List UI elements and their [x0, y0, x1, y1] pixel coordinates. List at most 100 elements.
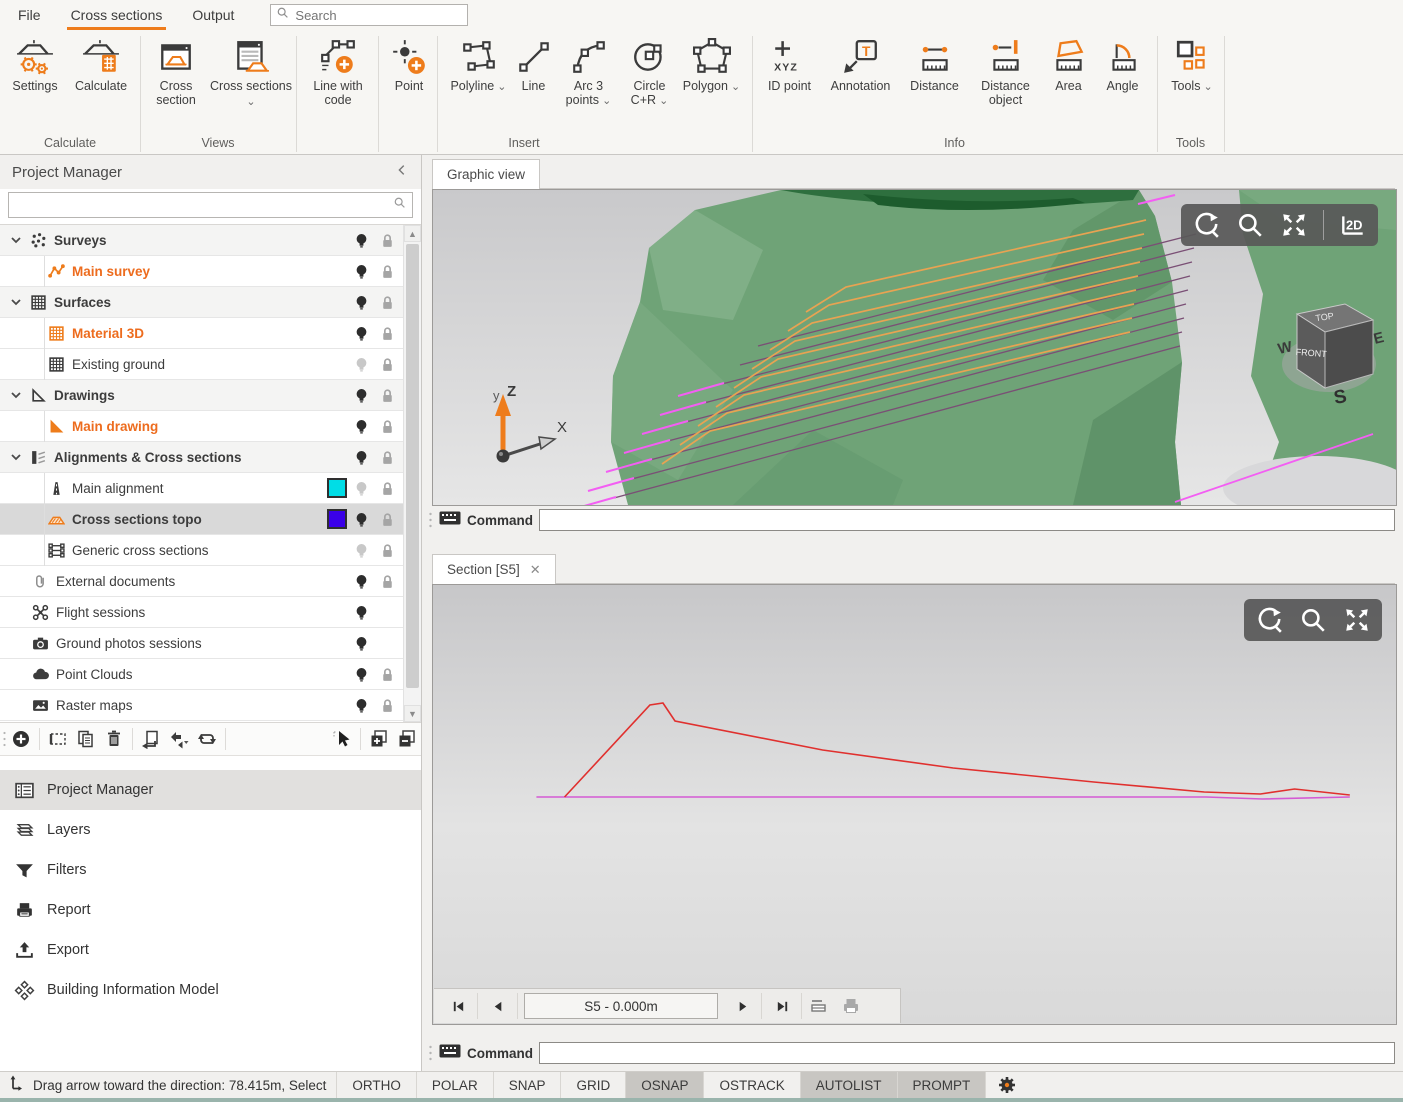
- tree-item-material-3d[interactable]: Material 3D: [0, 318, 421, 349]
- tree-item-surfaces[interactable]: Surfaces: [0, 287, 421, 318]
- status-toggle-prompt[interactable]: PROMPT: [897, 1072, 986, 1098]
- tree-item-raster-maps[interactable]: Raster maps: [0, 690, 421, 721]
- ribbon-button-angle[interactable]: Angle: [1094, 32, 1152, 132]
- first-section-button[interactable]: [440, 993, 478, 1019]
- tree-item-alignments-cross-sections[interactable]: Alignments & Cross sections: [0, 442, 421, 473]
- ribbon-button-polyline[interactable]: Polyline ⌄: [447, 32, 511, 132]
- tree-item-ground-photos-sessions[interactable]: Ground photos sessions: [0, 628, 421, 659]
- cursor-button[interactable]: [328, 727, 356, 751]
- lock-icon[interactable]: [379, 666, 396, 683]
- previous-section-button[interactable]: [480, 993, 518, 1019]
- lock-icon[interactable]: [379, 511, 396, 528]
- ribbon-button-arc-3-points[interactable]: Arc 3 points ⌄: [557, 32, 621, 132]
- fit-view-button[interactable]: [1279, 210, 1309, 240]
- 2d-view-button[interactable]: 2D: [1338, 210, 1368, 240]
- lock-icon[interactable]: [379, 697, 396, 714]
- lock-icon[interactable]: [379, 325, 396, 342]
- tree-search-box[interactable]: [8, 192, 413, 218]
- tree-item-generic-cross-sections[interactable]: Generic cross sections: [0, 535, 421, 566]
- ribbon-button-tools[interactable]: Tools ⌄: [1160, 32, 1224, 132]
- command-input-section[interactable]: [539, 1042, 1395, 1064]
- zoom-view-button[interactable]: [1235, 210, 1265, 240]
- send-button[interactable]: [165, 727, 193, 751]
- lock-icon[interactable]: [379, 418, 396, 435]
- replace-button[interactable]: [137, 727, 165, 751]
- tab-section-s5[interactable]: Section [S5] ✕: [432, 554, 556, 584]
- delete-button[interactable]: [100, 727, 128, 751]
- ribbon-button-polygon[interactable]: Polygon ⌄: [679, 32, 745, 132]
- status-settings-button[interactable]: [985, 1072, 1028, 1098]
- chevron-down-icon[interactable]: [8, 232, 24, 248]
- sidebar-item-layers[interactable]: Layers: [0, 810, 421, 850]
- ribbon-button-settings[interactable]: Settings: [5, 32, 65, 132]
- visibility-bulb-icon[interactable]: [353, 511, 370, 528]
- ribbon-button-line-with-code[interactable]: Line with code: [299, 32, 377, 132]
- visibility-bulb-icon[interactable]: [353, 480, 370, 497]
- lock-icon[interactable]: [379, 294, 396, 311]
- status-toggle-ortho[interactable]: ORTHO: [336, 1072, 416, 1098]
- tree-item-main-survey[interactable]: Main survey: [0, 256, 421, 287]
- visibility-bulb-icon[interactable]: [353, 387, 370, 404]
- tree-item-main-drawing[interactable]: Main drawing: [0, 411, 421, 442]
- menu-tab-output[interactable]: Output: [186, 0, 240, 30]
- graphic-view-3d[interactable]: 2D y Z X TOP FRONT: [432, 189, 1397, 506]
- tree-item-drawings[interactable]: Drawings: [0, 380, 421, 411]
- sidebar-item-filters[interactable]: Filters: [0, 850, 421, 890]
- chevron-down-icon[interactable]: [8, 387, 24, 403]
- ribbon-button-distance[interactable]: Distance: [902, 32, 968, 132]
- tree-item-main-alignment[interactable]: Main alignment: [0, 473, 421, 504]
- expand-all-button[interactable]: [365, 727, 393, 751]
- visibility-bulb-icon[interactable]: [353, 325, 370, 342]
- visibility-bulb-icon[interactable]: [353, 697, 370, 714]
- refresh-button[interactable]: [193, 727, 221, 751]
- visibility-bulb-icon[interactable]: [353, 449, 370, 466]
- chevron-down-icon[interactable]: [8, 294, 24, 310]
- tree-item-flight-sessions[interactable]: Flight sessions: [0, 597, 421, 628]
- ribbon-button-distance-object[interactable]: Distance object: [968, 32, 1044, 132]
- collapse-panel-icon[interactable]: [395, 163, 409, 181]
- lock-icon[interactable]: [379, 573, 396, 590]
- lock-icon[interactable]: [379, 263, 396, 280]
- visibility-bulb-icon[interactable]: [353, 356, 370, 373]
- ribbon-button-id-point[interactable]: XYZID point: [760, 32, 820, 132]
- ribbon-button-cross-sections[interactable]: Cross sections ⌄: [208, 32, 294, 132]
- visibility-bulb-icon[interactable]: [353, 635, 370, 652]
- add-button[interactable]: [7, 727, 35, 751]
- sidebar-item-building-information-model[interactable]: Building Information Model: [0, 970, 421, 1010]
- sidebar-item-project-manager[interactable]: Project Manager: [0, 770, 421, 810]
- tab-graphic-view[interactable]: Graphic view: [432, 159, 540, 189]
- collapse-all-button[interactable]: [393, 727, 421, 751]
- lock-icon[interactable]: [379, 356, 396, 373]
- scroll-up-icon[interactable]: ▲: [404, 225, 421, 242]
- status-toggle-polar[interactable]: POLAR: [416, 1072, 493, 1098]
- tree-item-cross-sections-topo[interactable]: Cross sections topo: [0, 504, 421, 535]
- tree-item-existing-ground[interactable]: Existing ground: [0, 349, 421, 380]
- command-input-3d[interactable]: [539, 509, 1395, 531]
- last-section-button[interactable]: [764, 993, 802, 1019]
- ribbon-button-calculate[interactable]: Calculate: [65, 32, 137, 132]
- ribbon-button-point[interactable]: Point: [381, 32, 437, 132]
- ribbon-button-circle-c-r[interactable]: Circle C+R ⌄: [621, 32, 679, 132]
- status-toggle-snap[interactable]: SNAP: [493, 1072, 561, 1098]
- print-section-button[interactable]: [836, 993, 866, 1019]
- visibility-bulb-icon[interactable]: [353, 604, 370, 621]
- color-swatch[interactable]: [327, 478, 347, 498]
- ribbon-button-line[interactable]: Line: [511, 32, 557, 132]
- color-swatch[interactable]: [327, 509, 347, 529]
- close-tab-icon[interactable]: ✕: [530, 562, 541, 578]
- tree-item-surveys[interactable]: Surveys: [0, 225, 421, 256]
- section-position-display[interactable]: S5 - 0.000m: [524, 993, 718, 1019]
- lock-icon[interactable]: [379, 542, 396, 559]
- visibility-bulb-icon[interactable]: [353, 294, 370, 311]
- tree-item-external-documents[interactable]: External documents: [0, 566, 421, 597]
- scrollbar-thumb[interactable]: [406, 244, 419, 688]
- status-toggle-osnap[interactable]: OSNAP: [625, 1072, 703, 1098]
- global-search-box[interactable]: [270, 4, 468, 26]
- status-toggle-ostrack[interactable]: OSTRACK: [703, 1072, 799, 1098]
- next-section-button[interactable]: [724, 993, 762, 1019]
- sidebar-item-report[interactable]: Report: [0, 890, 421, 930]
- search-input[interactable]: [293, 7, 473, 24]
- zoom-view-button[interactable]: [1298, 605, 1328, 635]
- section-settings-button[interactable]: [804, 993, 834, 1019]
- visibility-bulb-icon[interactable]: [353, 542, 370, 559]
